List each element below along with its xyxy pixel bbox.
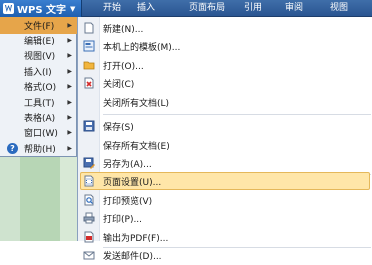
menu-item-send-email[interactable]: 发送邮件(D)... — [78, 245, 372, 265]
save-icon — [83, 120, 95, 132]
menu-item-local-templates[interactable]: 本机上的模板(M)... — [78, 36, 372, 56]
help-icon: ? — [7, 143, 18, 154]
pdf-export-icon — [84, 231, 94, 243]
tab-page-layout[interactable]: 页面布局 — [179, 0, 235, 17]
main-menu: 文件(F) ▶ 编辑(E) ▶ 视图(V) ▶ 插入(I) ▶ 格式(O) ▶ … — [0, 17, 77, 157]
app-title: WPS 文字 — [17, 5, 67, 16]
dropdown-arrow-icon: ▼ — [70, 4, 76, 13]
submenu-arrow-icon: ▶ — [67, 52, 72, 59]
submenu-arrow-icon: ▶ — [67, 22, 72, 29]
file-submenu: 新建(N)... 本机上的模板(M)... 打开(O)... 关闭(C) 关闭所… — [77, 17, 372, 262]
submenu-arrow-icon: ▶ — [67, 68, 72, 75]
wps-app-menu-button[interactable]: WPS 文字 ▼ — [0, 0, 82, 17]
tab-references[interactable]: 引用 — [237, 0, 269, 17]
submenu-arrow-icon: ▶ — [67, 99, 72, 106]
menu-item-save[interactable]: 保存(S) — [78, 116, 372, 136]
menu-item-save-all[interactable]: 保存所有文档(E) — [78, 135, 372, 155]
menu-item-print[interactable]: 打印(P)... — [78, 208, 372, 228]
submenu-arrow-icon: ▶ — [67, 129, 72, 136]
email-icon — [83, 251, 95, 260]
new-document-icon — [84, 22, 94, 34]
menu-window[interactable]: 窗口(W) ▶ — [0, 124, 77, 141]
menu-item-export-pdf[interactable]: 输出为PDF(F)... — [78, 227, 372, 247]
submenu-arrow-icon: ▶ — [67, 145, 72, 152]
submenu-arrow-icon: ▶ — [67, 114, 72, 121]
menu-view[interactable]: 视图(V) ▶ — [0, 47, 77, 64]
title-bar: WPS 文字 ▼ 开始 插入 页面布局 引用 审阅 视图 — [0, 0, 372, 17]
menu-item-page-setup[interactable]: 页面设置(U)... — [78, 171, 372, 191]
tab-view[interactable]: 视图 — [323, 0, 355, 17]
menu-item-print-preview[interactable]: 打印预览(V) — [78, 190, 372, 210]
page-setup-icon — [84, 175, 94, 187]
menu-item-close[interactable]: 关闭(C) — [78, 73, 372, 93]
close-document-icon — [84, 77, 94, 89]
wps-logo-icon — [3, 3, 14, 14]
tab-home[interactable]: 开始 — [96, 0, 128, 17]
menu-item-save-as[interactable]: 另存为(A)... — [78, 153, 372, 173]
menu-item-new[interactable]: 新建(N)... — [78, 18, 372, 38]
menu-help[interactable]: ? 帮助(H) ▶ — [0, 140, 77, 157]
tab-insert[interactable]: 插入 — [130, 0, 162, 17]
print-icon — [83, 212, 95, 224]
submenu-arrow-icon: ▶ — [67, 83, 72, 90]
tab-review[interactable]: 审阅 — [278, 0, 310, 17]
save-as-icon — [83, 157, 95, 169]
menu-item-open[interactable]: 打开(O)... — [78, 55, 372, 75]
template-icon — [83, 40, 95, 52]
open-folder-icon — [83, 61, 95, 70]
menu-item-close-all[interactable]: 关闭所有文档(L) — [78, 92, 372, 112]
menu-separator — [103, 114, 371, 115]
print-preview-icon — [84, 194, 94, 206]
menu-format[interactable]: 格式(O) ▶ — [0, 78, 77, 95]
submenu-arrow-icon: ▶ — [67, 37, 72, 44]
